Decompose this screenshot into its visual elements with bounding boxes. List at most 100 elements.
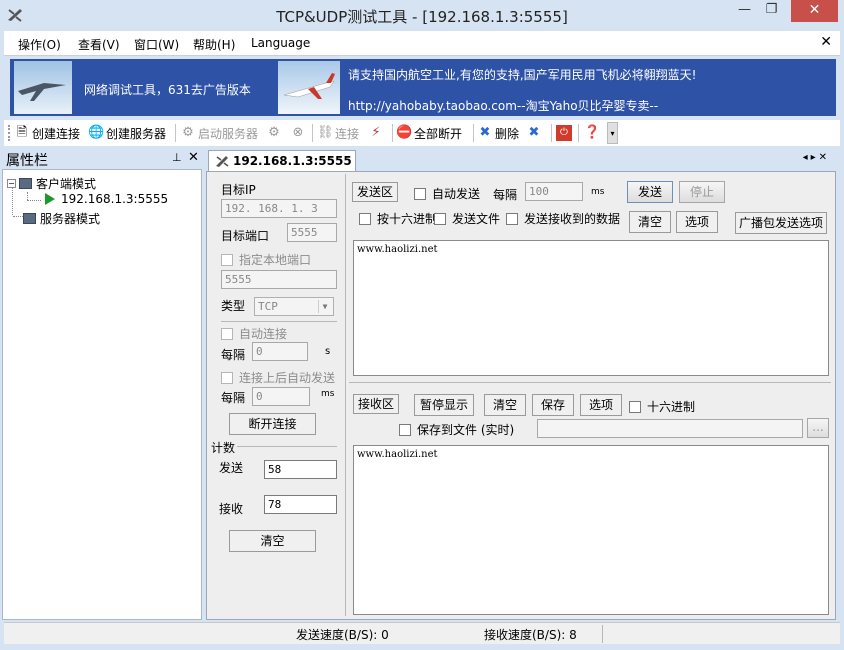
type-select[interactable]: TCP ▼	[254, 297, 334, 316]
broadcast-options-button[interactable]: 广播包发送选项	[735, 212, 827, 234]
send-received-checkbox[interactable]: 发送接收到的数据	[506, 210, 620, 227]
tree-client-entry[interactable]: 192.168.1.3:5555	[45, 192, 168, 206]
local-port-checkbox[interactable]: 指定本地端口	[221, 251, 311, 268]
pause-display-button[interactable]: 暂停显示	[414, 394, 474, 416]
recv-clear-button[interactable]: 清空	[484, 394, 526, 416]
banner-slogan: 请支持国内航空工业,有您的支持,国产军用民用飞机必将翱翔蓝天!	[348, 68, 697, 82]
send-interval-field[interactable]: 100	[525, 182, 583, 201]
interval-label: 每隔	[221, 348, 246, 362]
target-ip-field[interactable]: 192. 168. 1. 3	[221, 199, 337, 218]
send-options-button[interactable]: 选项	[676, 211, 718, 233]
delete-button[interactable]: ✖ 删除	[477, 124, 519, 142]
recv-count-field[interactable]: 78	[264, 495, 337, 514]
menu-help[interactable]: 帮助(H)	[193, 36, 235, 53]
interval2-field[interactable]: 0	[252, 387, 310, 406]
interval-unit: s	[325, 346, 331, 357]
server-close-button[interactable]: ⊗	[290, 124, 308, 142]
toolbar-separator	[392, 124, 393, 142]
auto-connect-checkbox[interactable]: 自动连接	[221, 325, 287, 342]
fighter-jet-image	[14, 61, 72, 114]
tree-client-mode[interactable]: − 客户端模式	[7, 175, 96, 192]
mdi-close-icon[interactable]: ✕	[820, 34, 832, 50]
help-icon: ❓	[584, 125, 601, 140]
send-button[interactable]: 发送	[627, 181, 673, 203]
disconnect-connection-button[interactable]: 断开连接	[229, 413, 316, 435]
tab-connection[interactable]: 192.168.1.3:5555	[208, 150, 356, 171]
create-connection-button[interactable]: 🗎 创建连接	[14, 124, 80, 142]
banner-left-text: 网络调试工具，631去广告版本	[84, 83, 251, 97]
send-count-field[interactable]: 58	[264, 460, 337, 479]
banner-link[interactable]: http://yahobaby.taobao.com--淘宝Yaho贝比孕婴专卖…	[348, 97, 658, 114]
delete-all-icon: ✖	[528, 125, 540, 140]
send-file-checkbox[interactable]: 发送文件	[434, 210, 500, 227]
browse-button[interactable]: ...	[807, 418, 829, 438]
close-window-button[interactable]: ✕	[791, 0, 838, 22]
auto-send-on-connect-checkbox[interactable]: 连接上后自动发送	[221, 369, 335, 386]
play-icon	[45, 193, 55, 205]
auto-connect-label: 自动连接	[239, 327, 288, 341]
auto-send-checkbox[interactable]: 自动发送	[414, 185, 480, 202]
toolbar-separator	[312, 124, 313, 142]
client-mode-label: 客户端模式	[36, 177, 97, 191]
new-document-icon: 🗎	[16, 125, 28, 140]
save-to-file-label: 保存到文件 (实时)	[417, 423, 515, 437]
airliner-image	[278, 61, 340, 114]
target-port-field[interactable]: 5555	[287, 223, 337, 242]
status-bar-inner: 发送速度(B/S): 0 接收速度(B/S): 8	[4, 622, 840, 644]
save-to-file-checkbox[interactable]: 保存到文件 (实时)	[399, 421, 514, 438]
local-port-field[interactable]: 5555	[221, 270, 337, 289]
property-panel-title: 属性栏	[6, 153, 48, 169]
target-port-label: 目标端口	[221, 229, 270, 243]
send-textarea[interactable]: www.haolizi.net	[353, 240, 829, 376]
exit-button[interactable]: ⏻	[556, 124, 574, 142]
toolbar-grip[interactable]	[8, 124, 11, 142]
globe-icon: 🌐	[88, 125, 105, 140]
send-area-label: 发送区	[352, 182, 398, 202]
delete-all-button[interactable]: ✖	[526, 124, 544, 142]
pin-icon[interactable]: ⊥	[172, 151, 182, 164]
recv-options-button[interactable]: 选项	[580, 394, 622, 416]
toolbar-overflow-button[interactable]: ▾	[607, 122, 618, 144]
recv-hex-label: 十六进制	[647, 400, 696, 414]
server-stop-icon: ⚙	[268, 125, 280, 140]
minimize-button[interactable]: —	[731, 0, 758, 22]
menu-view[interactable]: 查看(V)	[78, 36, 120, 53]
connection-workspace: 目标IP 192. 168. 1. 3 目标端口 5555 指定本地端口 555…	[206, 171, 836, 620]
maximize-button[interactable]: ❐	[758, 0, 785, 22]
interval-field[interactable]: 0	[252, 342, 308, 361]
start-server-label: 启动服务器	[198, 126, 259, 141]
status-bar: 发送速度(B/S): 0 接收速度(B/S): 8	[0, 622, 844, 650]
recv-hex-checkbox[interactable]: 十六进制	[629, 398, 695, 415]
status-divider	[602, 625, 603, 643]
window-title: TCP&UDP测试工具 - [192.168.1.3:5555]	[276, 8, 568, 26]
ad-banner[interactable]: 网络调试工具，631去广告版本 请支持国内航空工业,有您的支持,国产军用民用飞机…	[10, 59, 836, 116]
divider	[237, 446, 337, 447]
computer-icon	[19, 178, 32, 189]
disconnect-button[interactable]: ⚡	[368, 124, 386, 142]
clear-count-button[interactable]: 清空	[229, 530, 316, 552]
send-file-label: 发送文件	[452, 212, 501, 226]
tree-server-mode[interactable]: 服务器模式	[11, 210, 100, 227]
send-hex-checkbox[interactable]: 按十六进制	[359, 210, 437, 227]
type-label: 类型	[221, 299, 246, 313]
about-button[interactable]: ❓	[584, 124, 602, 142]
stop-button[interactable]: 停止	[679, 181, 725, 203]
toolbar-separator	[578, 124, 579, 142]
connect-button[interactable]: ⛓ 连接	[317, 124, 359, 142]
recv-textarea[interactable]: www.haolizi.net	[353, 445, 829, 615]
recv-save-button[interactable]: 保存	[532, 394, 574, 416]
menu-operate[interactable]: 操作(O)	[18, 36, 61, 53]
send-count-label: 发送	[219, 461, 244, 475]
save-file-path-field[interactable]	[537, 419, 803, 438]
start-server-button[interactable]: ⚙ 启动服务器	[180, 124, 258, 142]
tab-navigation[interactable]: ◂▸✕	[803, 152, 830, 163]
stop-server-button[interactable]: ⚙	[266, 124, 284, 142]
send-clear-button[interactable]: 清空	[629, 211, 671, 233]
connection-tree: − 客户端模式 192.168.1.3:5555 服务器模式	[2, 169, 202, 620]
panel-close-icon[interactable]: ✕	[188, 150, 199, 165]
menu-language[interactable]: Language	[251, 36, 310, 50]
disconnect-all-button[interactable]: ⛔ 全部断开	[396, 124, 462, 142]
menu-window[interactable]: 窗口(W)	[134, 36, 179, 53]
delete-x-icon: ✖	[479, 125, 491, 140]
create-server-button[interactable]: 🌐 创建服务器	[88, 124, 166, 142]
